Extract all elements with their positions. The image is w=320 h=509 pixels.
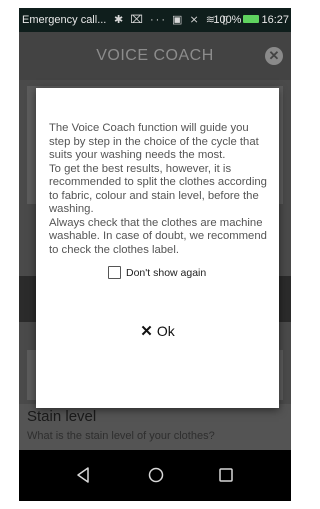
dont-show-again-row[interactable]: Don't show again bbox=[108, 264, 206, 280]
status-right: 100% 16:27 bbox=[213, 8, 289, 32]
back-icon[interactable] bbox=[73, 464, 95, 486]
recent-apps-icon[interactable] bbox=[215, 464, 237, 486]
stain-level-subtitle: What is the stain level of your clothes? bbox=[27, 430, 215, 442]
close-icon[interactable]: ✕ bbox=[265, 47, 283, 65]
stain-level-section[interactable]: Stain level What is the stain level of y… bbox=[19, 404, 291, 450]
nav-bar bbox=[19, 450, 291, 501]
ok-button[interactable]: ✕ Ok bbox=[36, 322, 279, 340]
page-title: VOICE COACH bbox=[96, 47, 214, 64]
app-header: VOICE COACH ✕ bbox=[19, 32, 291, 80]
dialog-message: The Voice Coach function will guide you … bbox=[49, 122, 269, 257]
phone-frame: Emergency call... ✱ ⌧ ··· ▣ ⨯ ≋ ▯ 100% 16… bbox=[0, 0, 291, 509]
stain-level-title: Stain level bbox=[27, 408, 97, 425]
voice-coach-dialog: The Voice Coach function will guide you … bbox=[36, 88, 279, 408]
status-carrier-text: Emergency call... bbox=[22, 14, 107, 26]
close-x-icon: ✕ bbox=[140, 323, 153, 340]
dont-show-again-checkbox[interactable] bbox=[108, 266, 121, 280]
status-time: 16:27 bbox=[261, 14, 289, 26]
home-icon[interactable] bbox=[145, 464, 167, 486]
battery-percent: 100% bbox=[213, 14, 242, 26]
ok-label: Ok bbox=[156, 323, 175, 339]
dont-show-again-label: Don't show again bbox=[126, 266, 207, 279]
battery-icon bbox=[243, 15, 260, 24]
dialog-message-text: The Voice Coach function will guide you … bbox=[49, 122, 267, 256]
status-bar: Emergency call... ✱ ⌧ ··· ▣ ⨯ ≋ ▯ 100% 16… bbox=[19, 8, 291, 32]
screen: Emergency call... ✱ ⌧ ··· ▣ ⨯ ≋ ▯ 100% 16… bbox=[19, 8, 291, 501]
